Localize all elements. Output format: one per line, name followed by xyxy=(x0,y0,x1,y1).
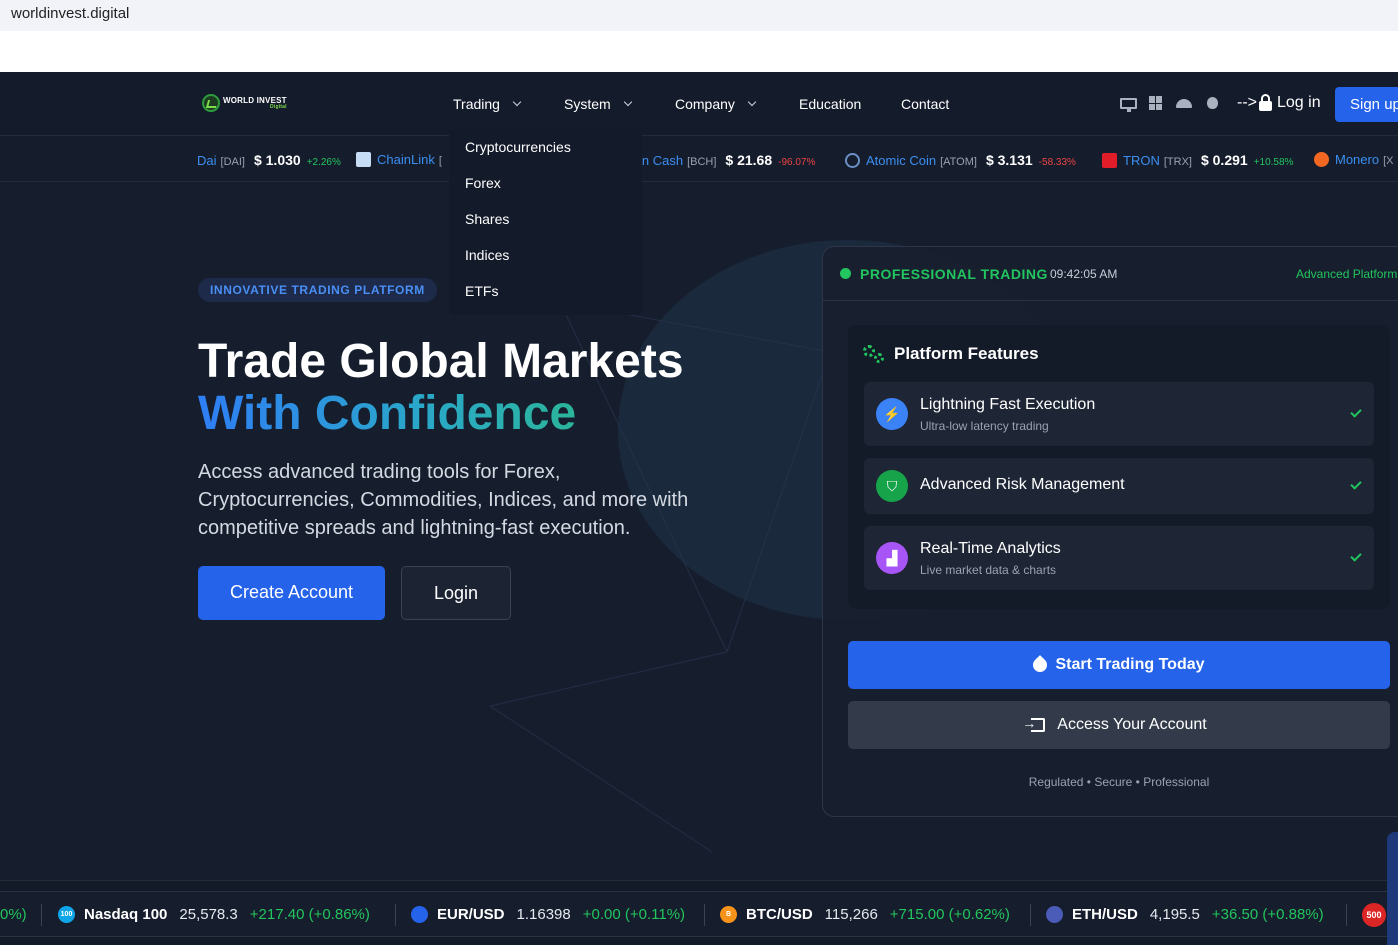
chainlink-icon xyxy=(356,152,371,167)
menu-item-indices[interactable]: Indices xyxy=(465,247,509,263)
hero-subtitle: Access advanced trading tools for Forex,… xyxy=(198,461,689,539)
ticker-item[interactable]: Monero [X xyxy=(1314,152,1398,167)
feature-item[interactable]: ⛉ Advanced Risk Management xyxy=(864,458,1374,514)
shield-icon: ⛉ xyxy=(876,470,908,502)
card-tag: Advanced Platform xyxy=(1296,267,1398,281)
ticker-item[interactable]: Dai [DAI] $ 1.030 +2.26% xyxy=(197,152,341,168)
menu-item-cryptocurrencies[interactable]: Cryptocurrencies xyxy=(465,139,571,155)
android-icon[interactable] xyxy=(1175,96,1193,110)
eur-usd-flag-icon xyxy=(411,906,428,923)
ticker-item[interactable]: in Cash [BCH] $ 21.68 -96.07% xyxy=(639,152,815,168)
nav-company-label: Company xyxy=(675,96,735,112)
atom-icon xyxy=(845,152,860,168)
browser-address-bar[interactable]: worldinvest.digital xyxy=(0,0,1398,31)
logo-mark-icon xyxy=(202,94,220,112)
menu-item-etfs[interactable]: ETFs xyxy=(465,283,498,299)
trading-card: PROFESSIONAL TRADING 09:42:05 AM Advance… xyxy=(822,246,1398,817)
page: WORLD INVEST Digital Trading System Comp… xyxy=(0,72,1398,945)
create-account-button[interactable]: Create Account xyxy=(198,566,385,620)
feature-item[interactable]: ⚡ Lightning Fast Execution Ultra-low lat… xyxy=(864,382,1374,446)
logo[interactable]: WORLD INVEST Digital xyxy=(202,94,287,112)
browser-toolbar-area xyxy=(0,31,1398,72)
ticker-item[interactable]: 100 Nasdaq 100 25,578.3 +217.40 (+0.86%) xyxy=(58,906,370,923)
live-status-dot xyxy=(840,268,851,279)
access-account-button[interactable]: Access Your Account xyxy=(848,701,1390,749)
nasdaq-icon: 100 xyxy=(58,906,75,923)
platform-features-panel: Platform Features ⚡ Lightning Fast Execu… xyxy=(848,325,1390,609)
market-ticker: 0%) 100 Nasdaq 100 25,578.3 +217.40 (+0.… xyxy=(0,880,1398,945)
chart-icon: ▟ xyxy=(876,542,908,574)
menu-item-shares[interactable]: Shares xyxy=(465,211,509,227)
start-trading-button[interactable]: Start Trading Today xyxy=(848,641,1390,689)
feature-item[interactable]: ▟ Real-Time Analytics Live market data &… xyxy=(864,526,1374,590)
sign-in-icon xyxy=(1022,715,1046,732)
gears-icon xyxy=(863,345,887,363)
card-clock: 09:42:05 AM xyxy=(1050,267,1118,281)
menu-item-forex[interactable]: Forex xyxy=(465,175,501,191)
nav-contact-label: Contact xyxy=(901,96,950,112)
lock-icon xyxy=(1259,93,1272,111)
ticker-item[interactable]: 0%) xyxy=(0,906,27,923)
windows-icon[interactable] xyxy=(1147,96,1165,110)
login-label: Log in xyxy=(1277,94,1321,111)
ticker-item[interactable]: B BTC/USD 115,266 +715.00 (+0.62%) xyxy=(720,906,1010,923)
trading-dropdown-menu: Cryptocurrencies Forex Shares Indices ET… xyxy=(449,129,642,315)
ticker-item[interactable]: EUR/USD 1.16398 +0.00 (+0.11%) xyxy=(411,906,685,923)
nav-trading-label: Trading xyxy=(453,96,500,112)
login-arrow-text: --> xyxy=(1237,94,1257,111)
ticker-item[interactable]: ETH/USD 4,195.5 +36.50 (+0.88%) xyxy=(1046,906,1324,923)
hero-title-line1: Trade Global Markets xyxy=(198,335,684,388)
chevron-down-icon xyxy=(623,97,632,107)
nav-trading[interactable]: Trading xyxy=(453,96,522,112)
chevron-down-icon xyxy=(512,97,522,107)
desktop-icon[interactable] xyxy=(1119,96,1137,112)
login-link[interactable]: --> Log in xyxy=(1237,93,1321,112)
card-header: PROFESSIONAL TRADING 09:42:05 AM Advance… xyxy=(823,247,1398,301)
card-footer-text: Regulated • Secure • Professional xyxy=(1028,775,1210,789)
signup-button[interactable]: Sign up xyxy=(1335,87,1398,122)
nav-education-label: Education xyxy=(799,96,862,112)
side-widget-tab[interactable] xyxy=(1387,832,1398,945)
nav-contact[interactable]: Contact xyxy=(901,96,949,112)
nav-education[interactable]: Education xyxy=(799,96,861,112)
check-icon xyxy=(1350,478,1362,490)
bolt-icon: ⚡ xyxy=(876,398,908,430)
logo-subtitle: Digital xyxy=(270,103,287,110)
sp500-icon: 500 xyxy=(1362,903,1386,927)
url-text[interactable]: worldinvest.digital xyxy=(11,5,129,22)
platform-icons xyxy=(1119,96,1221,112)
ticker-item[interactable]: ChainLink [ xyxy=(356,152,451,167)
card-status-title: PROFESSIONAL TRADING xyxy=(860,266,1048,282)
nav-company[interactable]: Company xyxy=(675,96,757,112)
apple-icon[interactable] xyxy=(1203,96,1221,110)
nav-system[interactable]: System xyxy=(564,96,632,112)
crypto-ticker: Dai [DAI] $ 1.030 +2.26% ChainLink [ in … xyxy=(0,136,1398,182)
rocket-icon xyxy=(1030,655,1051,675)
top-navbar: WORLD INVEST Digital Trading System Comp… xyxy=(0,72,1398,136)
nav-system-label: System xyxy=(564,96,611,112)
chevron-down-icon xyxy=(747,97,757,107)
ticker-item[interactable]: Atomic Coin [ATOM] $ 3.131 -58.33% xyxy=(845,152,1076,168)
hero-title-line2: With Confidence xyxy=(198,387,577,440)
tron-icon xyxy=(1102,152,1117,168)
hero-badge: INNOVATIVE TRADING PLATFORM xyxy=(198,278,437,302)
ticker-item[interactable]: TRON [TRX] $ 0.291 +10.58% xyxy=(1102,152,1293,168)
features-title: Platform Features xyxy=(894,344,1039,363)
monero-icon xyxy=(1314,152,1329,167)
check-icon xyxy=(1350,550,1362,562)
bitcoin-icon: B xyxy=(720,906,737,923)
login-button[interactable]: Login xyxy=(401,566,511,620)
check-icon xyxy=(1350,406,1362,418)
ethereum-icon xyxy=(1046,906,1063,923)
